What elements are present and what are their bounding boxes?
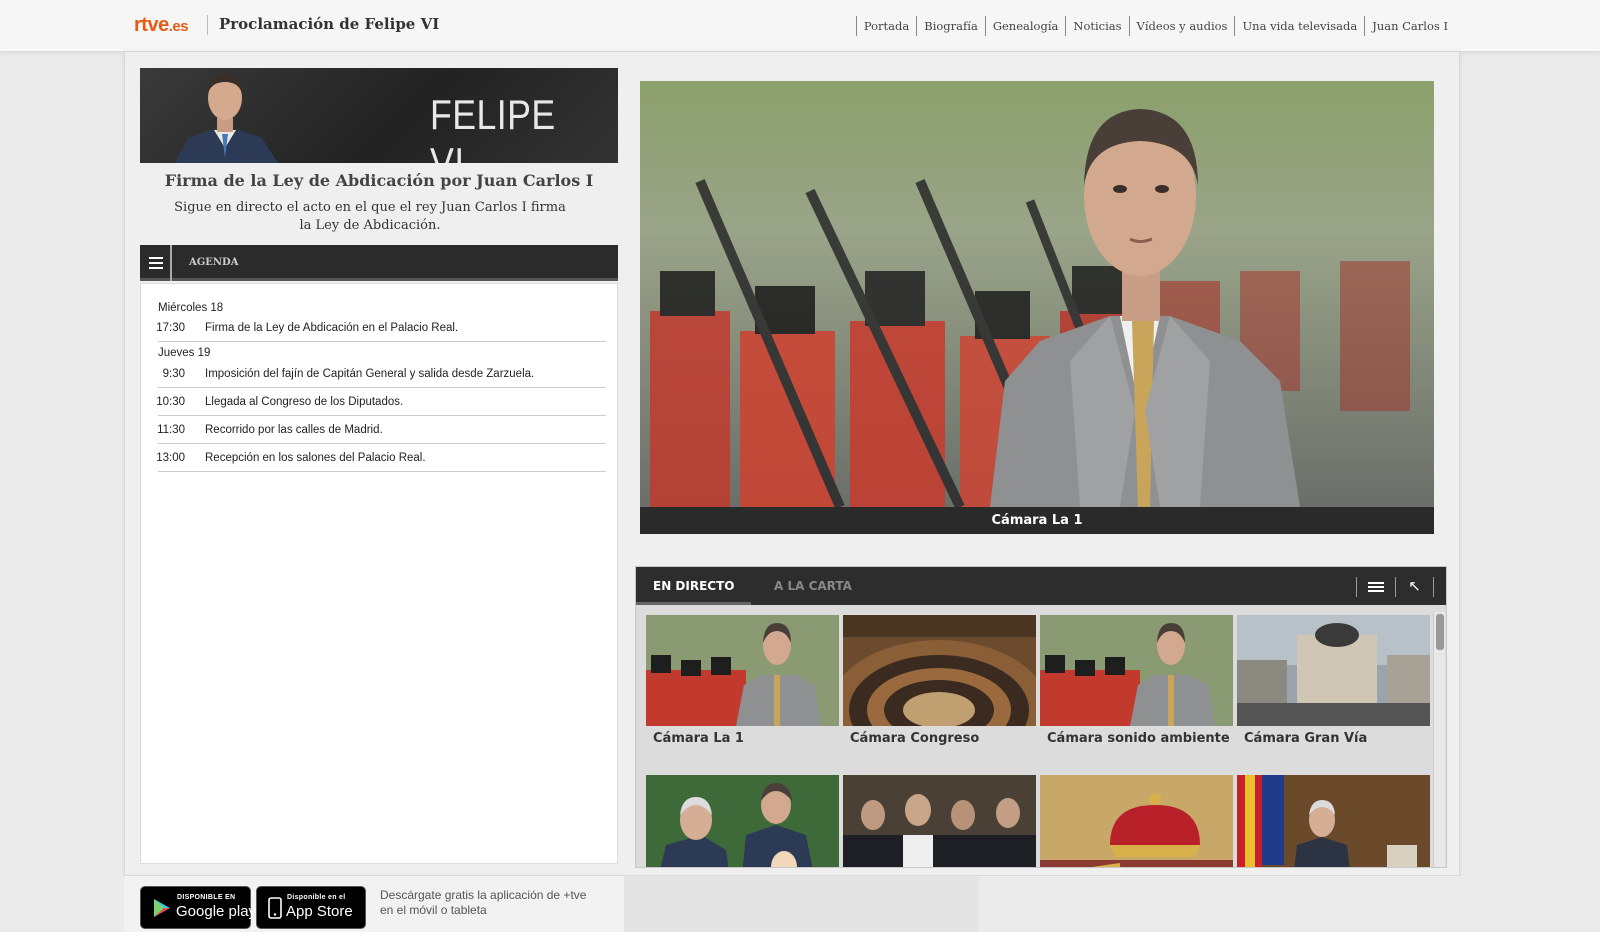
footer-middle-area <box>624 876 979 932</box>
nav-vida-televisada[interactable]: Una vida televisada <box>1234 16 1364 36</box>
main-nav: Portada Biografía Genealogía Noticias Ví… <box>855 16 1455 36</box>
app-store-badge[interactable]: Disponible en el App Store <box>256 886 366 929</box>
sonido-ambiente-thumbnail-image <box>1040 615 1233 726</box>
logo-suffix: .es <box>168 18 189 35</box>
expand-button[interactable]: ↖ <box>1395 577 1433 597</box>
gran-via-thumbnail-image <box>1237 615 1430 726</box>
channels-scrollbar[interactable] <box>1433 612 1445 867</box>
agenda-item: 10:30 Llegada al Congreso de los Diputad… <box>156 388 606 416</box>
channels-panel: EN DIRECTO A LA CARTA ↖ Cámara La 1 Cáma… <box>635 566 1447 868</box>
promo-line1: Descárgate gratis la aplicación de +tve <box>380 888 587 902</box>
nav-biografia[interactable]: Biografía <box>916 16 985 36</box>
channel-label: Cámara sonido ambiente <box>1047 731 1230 746</box>
tab-en-directo[interactable]: EN DIRECTO <box>636 567 752 605</box>
footer-right-area <box>979 876 1460 932</box>
felipe-banner: FELIPE VI <box>140 68 618 163</box>
tab-a-la-carta[interactable]: A LA CARTA <box>757 567 869 605</box>
arrow-up-left-icon: ↖ <box>1408 578 1421 595</box>
event-description: Sigue en directo el acto en el que el re… <box>170 199 570 235</box>
agenda-time: 9:30 <box>162 368 185 380</box>
event-desc-line2: la Ley de Abdicación. <box>299 218 441 233</box>
agenda-text: Recepción en los salones del Palacio Rea… <box>205 452 426 464</box>
agenda-text: Llegada al Congreso de los Diputados. <box>205 396 404 408</box>
agenda-time: 11:30 <box>157 424 185 436</box>
google-play-badge[interactable]: DISPONIBLE EN Google play <box>140 886 256 929</box>
nav-portada[interactable]: Portada <box>855 16 916 36</box>
player-caption: Cámara La 1 <box>640 507 1434 534</box>
list-icon <box>1368 582 1384 584</box>
list-view-button[interactable] <box>1356 577 1394 597</box>
crown-thumbnail-image <box>1040 775 1233 867</box>
channel-thumb-la1[interactable]: Cámara La 1 <box>646 615 839 746</box>
felipe-portrait-image <box>175 73 278 163</box>
nav-genealogia[interactable]: Genealogía <box>984 16 1066 36</box>
king-message-thumbnail-image <box>1237 775 1430 867</box>
app-store-text: App Store <box>286 903 353 920</box>
tools-divider <box>1433 577 1434 597</box>
agenda-text: Recorrido por las calles de Madrid. <box>205 424 383 436</box>
agenda-item: 11:30 Recorrido por las calles de Madrid… <box>157 416 606 444</box>
top-bar: rtve.es Proclamación de Felipe VI Portad… <box>0 0 1600 52</box>
nav-videos-audios[interactable]: Vídeos y audios <box>1128 16 1235 36</box>
rtve-logo[interactable]: rtve.es <box>134 14 189 37</box>
agenda-time: 10:30 <box>156 396 185 408</box>
agenda-menu-button[interactable] <box>140 245 172 281</box>
agenda-day: Jueves 19 <box>158 347 211 359</box>
banner-title: FELIPE VI <box>430 91 556 163</box>
agenda-bar: AGENDA <box>140 245 618 281</box>
video-frame-image <box>640 81 1434 507</box>
channel-thumb-congreso[interactable]: Cámara Congreso <box>843 615 1036 746</box>
site-title[interactable]: Proclamación de Felipe VI <box>219 15 439 33</box>
agenda-text: Firma de la Ley de Abdicación en el Pala… <box>205 322 459 334</box>
channel-label: Cámara Congreso <box>850 731 980 746</box>
channel-label: Cámara La 1 <box>653 731 744 746</box>
agenda-text: Imposición del fajín de Capitán General … <box>205 368 535 380</box>
google-play-icon <box>154 899 170 917</box>
phone-icon <box>268 897 282 919</box>
channels-tabs-bar: EN DIRECTO A LA CARTA ↖ <box>636 567 1446 605</box>
channel-thumb-row2-3[interactable] <box>1040 775 1233 867</box>
google-play-text: Google play <box>176 903 257 920</box>
event-desc-line1: Sigue en directo el acto en el que el re… <box>174 200 566 215</box>
menu-icon <box>149 257 163 259</box>
channel-thumb-row2-2[interactable] <box>843 775 1036 867</box>
agenda-label: AGENDA <box>189 257 239 268</box>
logo-main: rtve <box>134 14 169 36</box>
app-promo-text: Descárgate gratis la aplicación de +tve … <box>380 888 610 918</box>
promo-line2: en el móvil o tableta <box>380 903 487 917</box>
nav-juan-carlos[interactable]: Juan Carlos I <box>1364 16 1455 36</box>
google-play-small-text: DISPONIBLE EN <box>177 894 236 901</box>
crowd-thumbnail-image <box>843 775 1036 867</box>
channel-thumb-row2-1[interactable] <box>646 775 839 867</box>
agenda-time: 17:30 <box>156 322 185 334</box>
channel-thumb-sonido-ambiente[interactable]: Cámara sonido ambiente <box>1040 615 1233 746</box>
agenda-item: 9:30 Imposición del fajín de Capitán Gen… <box>158 360 606 388</box>
nav-noticias[interactable]: Noticias <box>1065 16 1128 36</box>
channel-thumb-gran-via[interactable]: Cámara Gran Vía <box>1237 615 1430 746</box>
agenda-panel: Miércoles 18 17:30 Firma de la Ley de Ab… <box>140 283 618 864</box>
logo-divider <box>207 15 208 35</box>
video-player[interactable] <box>640 81 1434 507</box>
agenda-item: 13:00 Recepción en los salones del Palac… <box>156 444 606 472</box>
la1-thumbnail-image <box>646 615 839 726</box>
app-store-small-text: Disponible en el <box>287 894 346 901</box>
scrollbar-thumb[interactable] <box>1436 614 1444 650</box>
juan-carlos-felipe-thumbnail-image <box>646 775 839 867</box>
channel-thumb-row2-4[interactable] <box>1237 775 1430 867</box>
agenda-time: 13:00 <box>156 452 185 464</box>
agenda-day: Miércoles 18 <box>158 302 224 314</box>
event-title: Firma de la Ley de Abdicación por Juan C… <box>164 171 594 190</box>
channel-label: Cámara Gran Vía <box>1244 731 1368 746</box>
agenda-item: 17:30 Firma de la Ley de Abdicación en e… <box>156 314 606 342</box>
congreso-thumbnail-image <box>843 615 1036 726</box>
